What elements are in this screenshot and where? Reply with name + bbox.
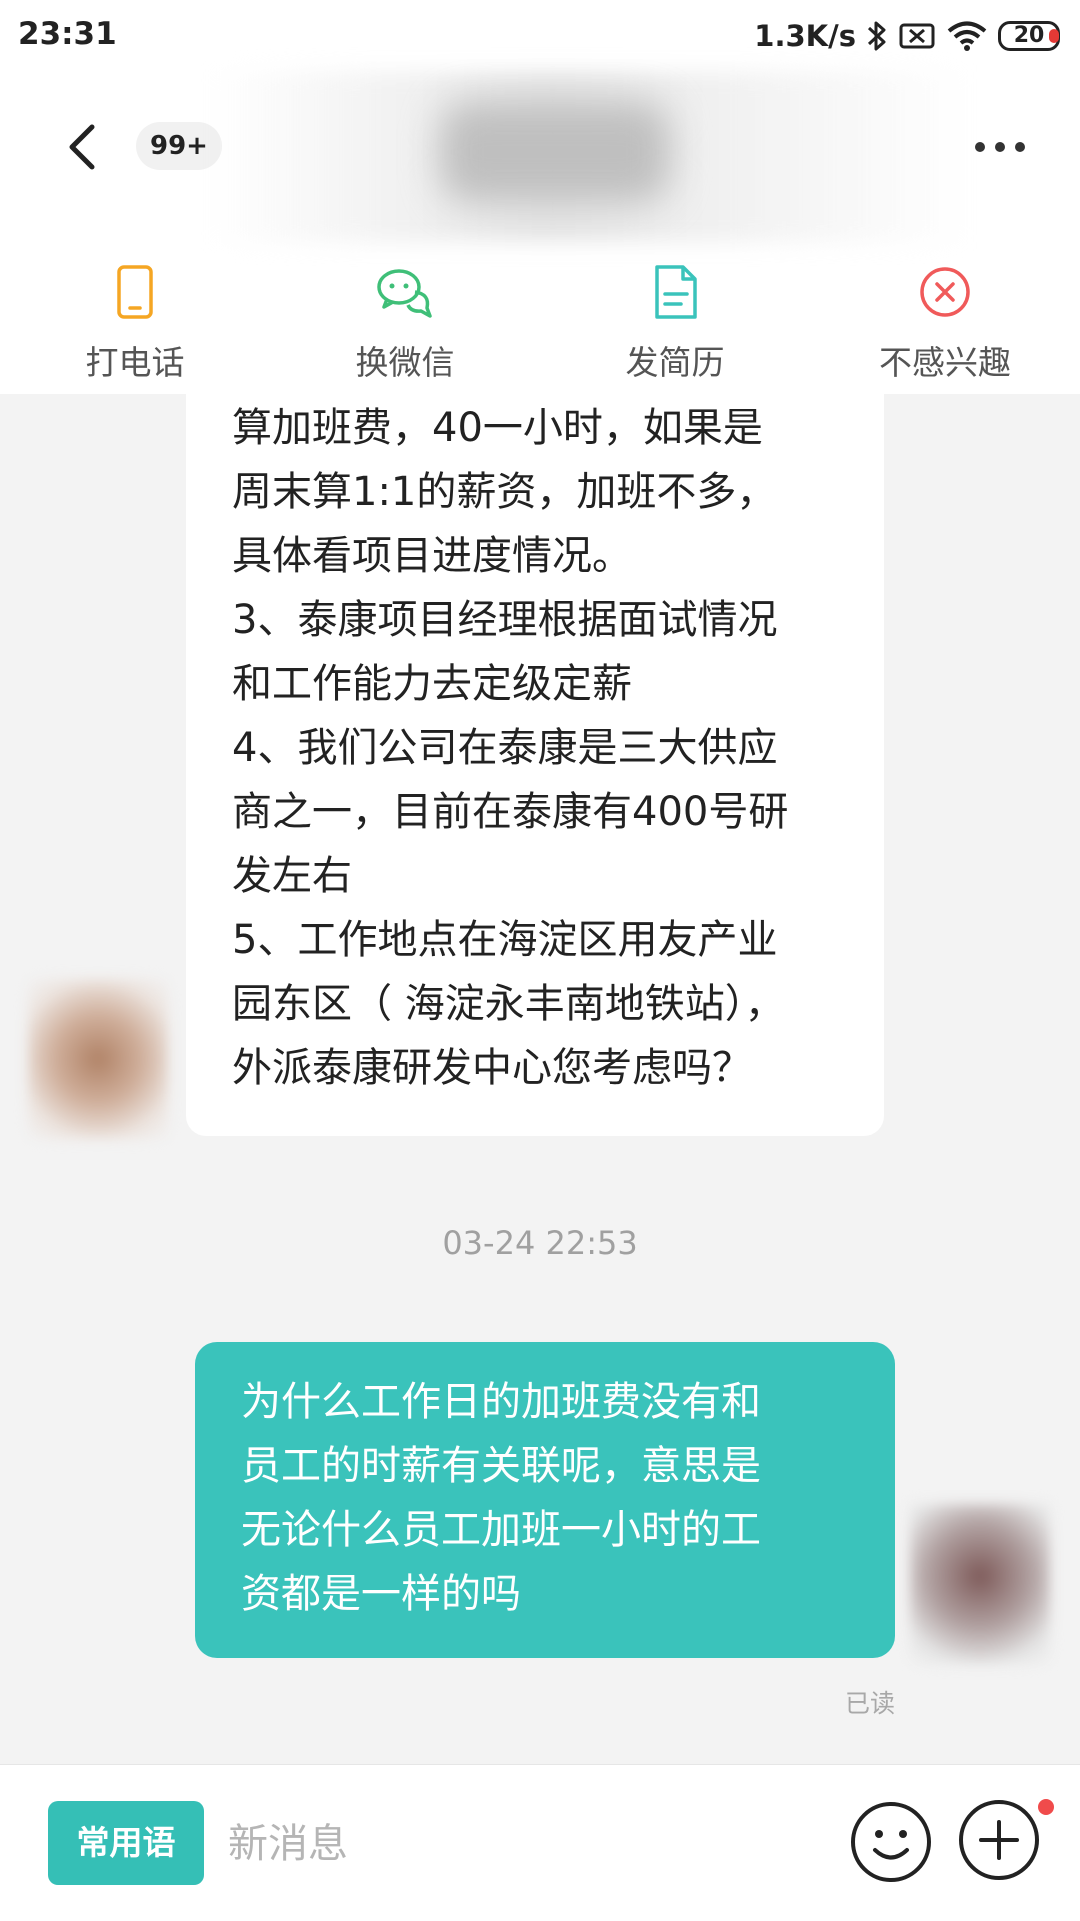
more-dot-icon: [1015, 142, 1025, 152]
message-line: 无论什么员工加班一小时的工: [241, 1507, 761, 1553]
message-line: 资都是一样的吗: [241, 1571, 521, 1617]
contact-title-blurred: [440, 102, 670, 202]
battery-level: 20: [1013, 23, 1045, 48]
user-avatar[interactable]: [910, 1504, 1050, 1664]
emoji-icon[interactable]: [848, 1799, 934, 1885]
more-options-button[interactable]: [970, 132, 1030, 162]
message-line: 外派泰康研发中心您考虑吗？: [232, 1045, 752, 1091]
action-not-interested-label: 不感兴趣: [879, 343, 1011, 382]
net-speed: 1.3K/s: [754, 19, 856, 53]
sim-icon: [899, 23, 935, 49]
phone-icon: [117, 265, 153, 319]
wechat-icon: [377, 269, 432, 318]
bluetooth-icon: [867, 21, 886, 51]
chat-messages[interactable]: 算加班费，40一小时，如果是 周末算1:1的薪资，加班不多， 具体看项目进度情况…: [0, 394, 1080, 1764]
action-send-resume[interactable]: 发简历: [540, 232, 810, 392]
message-line: 园东区（ 海淀永丰南地铁站），: [232, 981, 785, 1027]
more-dot-icon: [975, 142, 985, 152]
plus-icon[interactable]: [956, 1797, 1042, 1883]
resume-icon: [655, 265, 697, 319]
action-call-label: 打电话: [85, 343, 185, 382]
message-line: 4、我们公司在泰康是三大供应: [232, 725, 778, 771]
incoming-message[interactable]: 算加班费，40一小时，如果是 周末算1:1的薪资，加班不多， 具体看项目进度情况…: [186, 394, 884, 1136]
status-time: 23:31: [18, 16, 117, 52]
action-send-resume-label: 发简历: [625, 343, 725, 382]
battery-low-dot: [1049, 29, 1059, 43]
not-interested-icon: [920, 267, 970, 317]
message-line: 5、工作地点在海淀区用友产业: [232, 917, 778, 963]
read-status: 已读: [845, 1689, 896, 1718]
action-call[interactable]: 打电话: [0, 232, 270, 392]
notification-dot: [1038, 1799, 1054, 1815]
battery-icon: 20: [998, 21, 1060, 51]
action-exchange-wechat-label: 换微信: [355, 343, 455, 382]
status-indicators: 1.3K/s 20: [754, 14, 1060, 58]
quick-actions: 打电话 换微信 发简历 不感兴趣: [0, 232, 1080, 392]
message-line: 算加班费，40一小时，如果是: [232, 405, 763, 451]
outgoing-message[interactable]: 为什么工作日的加班费没有和 员工的时薪有关联呢，意思是 无论什么员工加班一小时的…: [195, 1342, 895, 1658]
quick-phrases-button[interactable]: 常用语: [48, 1801, 204, 1885]
wifi-icon: [947, 21, 987, 51]
back-icon[interactable]: [56, 117, 116, 177]
message-line: 周末算1:1的薪资，加班不多，: [232, 469, 777, 515]
status-bar: 23:31 1.3K/s 20: [0, 0, 1080, 72]
message-line: 发左右: [232, 853, 352, 899]
chat-header: 99+ 打电话 换微信 发简历 不感兴趣: [0, 72, 1080, 394]
action-not-interested[interactable]: 不感兴趣: [810, 232, 1080, 392]
message-input[interactable]: [226, 1801, 830, 1887]
message-line: 具体看项目进度情况。: [232, 533, 632, 579]
message-timestamp: 03-24 22:53: [442, 1224, 638, 1262]
message-line: 和工作能力去定级定薪: [232, 661, 632, 707]
more-dot-icon: [995, 142, 1005, 152]
message-line: 商之一，目前在泰康有400号研: [232, 789, 789, 835]
recruiter-avatar[interactable]: [28, 979, 168, 1139]
message-line: 3、泰康项目经理根据面试情况: [232, 597, 778, 643]
action-exchange-wechat[interactable]: 换微信: [270, 232, 540, 392]
message-line: 为什么工作日的加班费没有和: [241, 1379, 761, 1425]
message-line: 员工的时薪有关联呢，意思是: [241, 1443, 761, 1489]
input-bar: 常用语: [0, 1764, 1080, 1921]
